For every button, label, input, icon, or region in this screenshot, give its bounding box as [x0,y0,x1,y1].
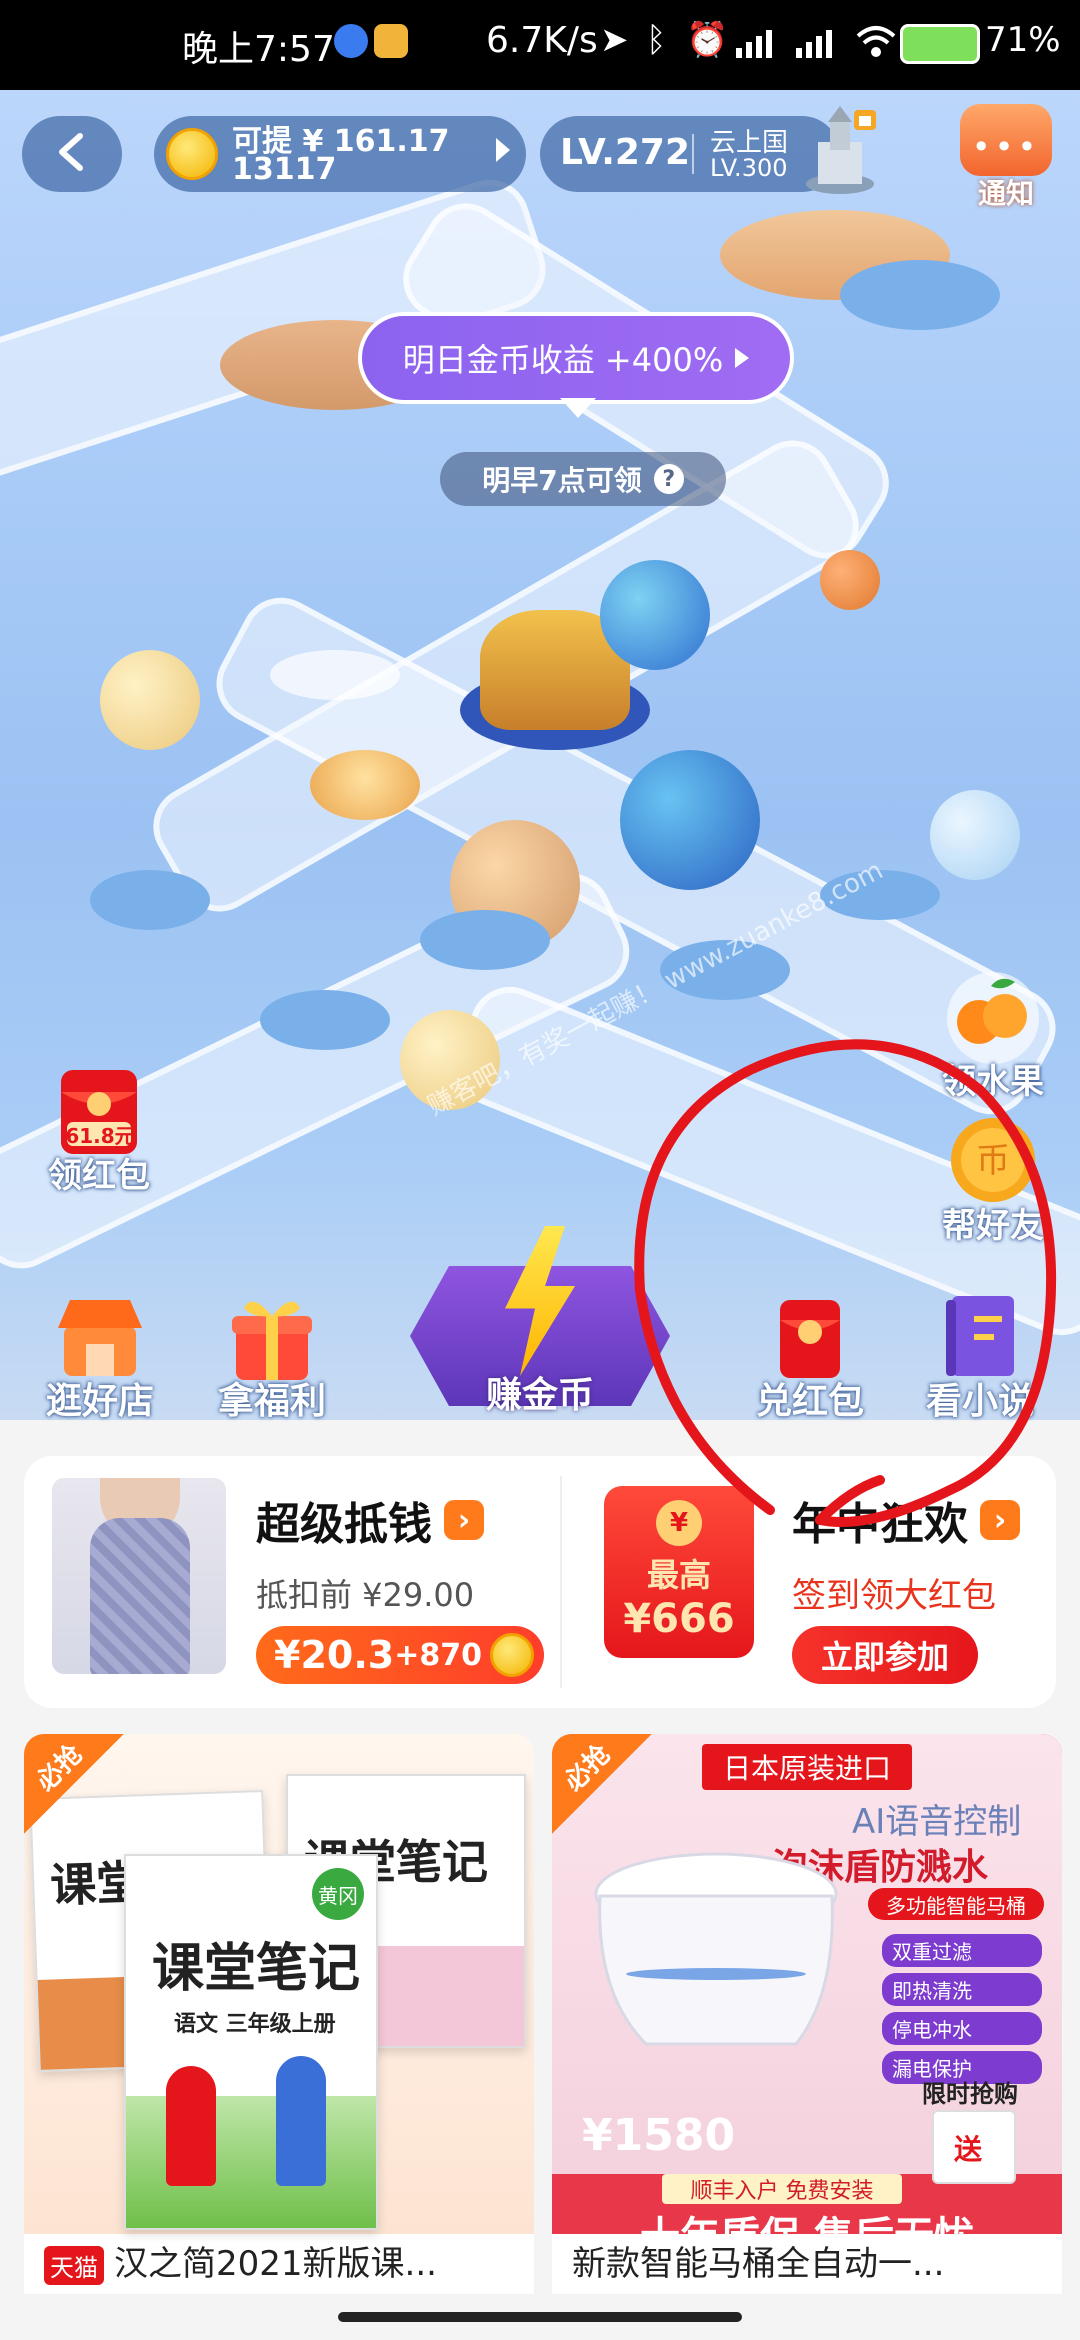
product-title: 新款智能马桶全自动一... [572,2244,945,2284]
badge-text: 必抢 [558,1739,617,1798]
coin-icon [166,128,218,180]
claim-hint-text: 明早7点可领 [482,464,642,497]
product-price: ¥1580 [582,2110,736,2161]
divider [692,134,694,174]
back-arrow-icon [52,132,92,176]
bottom-button-welfare[interactable]: 拿福利 [192,1286,352,1424]
publisher-badge: 黄冈 [312,1868,364,1920]
gift-icon [222,1286,322,1386]
coin-count: 13117 [232,152,337,187]
signal-icon-1 [734,28,774,58]
join-now-button[interactable]: 立即参加 [792,1626,978,1684]
battery-icon [900,24,980,64]
price-before-discount: 抵扣前 ¥29.00 [256,1576,475,1614]
player-level: LV.272 [560,132,691,173]
gift-bin-image: 送 [932,2110,1016,2184]
feature-ai: AI语音控制 [852,1802,1022,1842]
app-k-icon [334,24,368,58]
wifi-icon [856,24,896,60]
product-title: 汉之简2021新版课... [114,2244,437,2284]
coin-balance-pill[interactable]: 可提 ¥ 161.17 13117 [154,116,526,192]
product-card[interactable]: 日本原装进口 AI语音控制 泡沫盾防溅水 多功能智能马桶 双重过滤 即热清洗 停… [552,1734,1062,2294]
max-amount: ¥666 [623,1596,735,1642]
bonus-bubble[interactable]: 明日金币收益 +400% [358,312,794,404]
feature-item: 双重过滤 [882,1934,1042,1967]
book-title: 课堂笔记 [152,1939,361,1999]
help-icon[interactable]: ? [653,464,684,494]
coin-icon [489,1633,534,1677]
divider [560,1476,562,1688]
shop-icon [50,1286,150,1386]
battery-level: 71% [985,20,1061,60]
next-city-level: LV.300 [710,154,788,182]
feature-item: 即热清洗 [882,1973,1042,2006]
signal-icon-2 [794,28,834,58]
product-image-camisole[interactable] [52,1478,226,1674]
bonus-text: 明日金币收益 +400% [402,341,724,379]
side-button-redpacket[interactable]: 61.8元 领红包 [24,1060,174,1197]
badge-text: 必抢 [30,1739,89,1798]
chevron-right-icon: › [444,1500,484,1540]
network-speed: 6.7K/s [486,20,598,61]
tmall-tag: 天猫 [44,2246,104,2285]
book-cover-front: 课堂笔记 语文 三年级上册 黄冈 [124,1854,378,2230]
bubble-tail [560,398,596,418]
status-bar: 晚上7:57 6.7K/s ➤ ᛒ ⏰ 71% [0,0,1080,90]
chevron-right-icon [496,138,510,162]
product-card[interactable]: 课堂笔记 课堂笔记 课堂笔记 语文 三年级上册 黄冈 必抢 天猫汉之简2021新… [24,1734,534,2294]
status-time: 晚上7:57 [182,29,335,70]
notification-button[interactable]: ••• 通知 [956,104,1056,210]
bluetooth-icon: ᛒ [646,20,667,60]
origin-banner: 日本原装进口 [702,1744,912,1790]
level-pill[interactable]: LV.272 云上国 LV.300 [540,116,840,192]
castle-icon[interactable] [800,106,880,196]
feature-list: 双重过滤 即热清洗 停电冲水 漏电保护 [882,1934,1042,2090]
gift-label: 送 [954,2133,983,2166]
discount-price: ¥20.3 [274,1633,395,1677]
notice-dots: ••• [971,128,1041,166]
product-title-row: 天猫 汉之简2021新版课... [44,2236,437,2285]
book-subtitle: 语文 三年级上册 [174,2012,336,2037]
image-garment [90,1518,190,1674]
red-annotation-circle [620,1010,1070,1570]
toilet-image [586,1824,856,2074]
bottom-button-shop[interactable]: 逛好店 [20,1286,180,1424]
app-notification-icon [374,24,408,58]
discount-price-pill[interactable]: ¥20.3 +870 [256,1626,544,1684]
bottom-button-label: 拿福利 [217,1381,326,1422]
claim-hint[interactable]: 明早7点可领 ? [440,452,726,506]
feature-item: 停电冲水 [882,2012,1042,2045]
promo-right-subtitle: 签到领大红包 [792,1576,996,1616]
alarm-icon: ⏰ [686,20,729,60]
home-indicator[interactable] [338,2312,742,2322]
red-packet-amount: 61.8元 [65,1124,135,1148]
delivery-tag: 顺丰入户 免费安装 [662,2174,902,2204]
flash-sale-label: 限时抢购 [922,2080,1018,2108]
coin-cost: +870 [394,1637,482,1673]
feature-tag: 多功能智能马桶 [868,1888,1044,1920]
bottom-button-label: 逛好店 [45,1381,154,1422]
must-grab-badge: 必抢 [552,1734,652,1834]
notification-label: 通知 [977,177,1034,210]
back-button[interactable] [22,116,122,192]
must-grab-badge: 必抢 [24,1734,124,1834]
promo-left-title-row[interactable]: 超级抵钱 › [256,1488,484,1552]
play-icon [735,348,750,368]
promo-left-title: 超级抵钱 [256,1499,432,1550]
location-icon: ➤ [600,20,629,60]
